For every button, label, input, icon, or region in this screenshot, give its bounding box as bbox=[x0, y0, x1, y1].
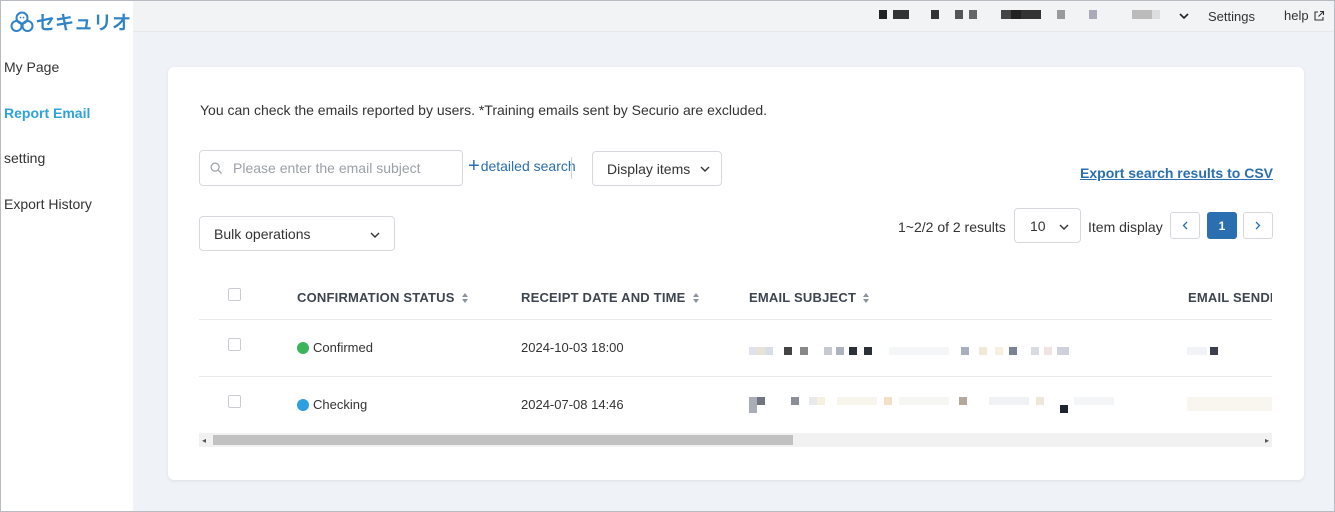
sidebar-item-setting[interactable]: setting bbox=[4, 146, 92, 192]
email-sender-redacted bbox=[1187, 347, 1272, 355]
column-confirmation-status[interactable]: CONFIRMATION STATUS bbox=[297, 290, 469, 305]
display-items-label: Display items bbox=[607, 160, 691, 177]
top-bar: Settings help bbox=[133, 0, 1335, 32]
logo-icon bbox=[10, 11, 34, 32]
external-link-icon bbox=[1314, 10, 1324, 21]
select-all-checkbox[interactable] bbox=[228, 288, 241, 301]
column-label: RECEIPT DATE AND TIME bbox=[521, 290, 686, 305]
scrollbar-thumb[interactable] bbox=[213, 435, 793, 445]
sort-icon[interactable] bbox=[692, 292, 700, 304]
column-email-subject[interactable]: EMAIL SUBJECT bbox=[749, 290, 870, 305]
column-label: CONFIRMATION STATUS bbox=[297, 290, 455, 305]
report-email-card: You can check the emails reported by use… bbox=[168, 67, 1304, 480]
chevron-down-icon bbox=[370, 232, 380, 238]
receipt-date: 2024-07-08 14:46 bbox=[521, 397, 624, 412]
chevron-down-icon[interactable] bbox=[1178, 6, 1190, 26]
bulk-operations-select[interactable]: Bulk operations bbox=[199, 216, 395, 251]
reports-table: CONFIRMATION STATUS RECEIPT DATE AND TIM… bbox=[199, 274, 1272, 449]
sidebar: セキュリオ My Page Report Email setting Expor… bbox=[0, 0, 133, 512]
column-label: EMAIL SENDE bbox=[1188, 290, 1272, 305]
sidebar-item-report-email[interactable]: Report Email bbox=[4, 101, 92, 147]
status-cell: Checking bbox=[297, 397, 367, 412]
page-description: You can check the emails reported by use… bbox=[200, 102, 768, 118]
column-email-sender[interactable]: EMAIL SENDE bbox=[1188, 290, 1272, 305]
help-label: help bbox=[1284, 8, 1309, 23]
table-row[interactable]: Checking 2024-07-08 14:46 bbox=[199, 377, 1272, 434]
horizontal-scrollbar[interactable]: ◂ ▸ bbox=[199, 433, 1272, 447]
display-items-button[interactable]: Display items bbox=[592, 151, 722, 186]
plus-icon: + bbox=[468, 155, 480, 177]
logo-text: セキュリオ bbox=[36, 12, 132, 34]
search-input[interactable] bbox=[233, 160, 453, 176]
email-subject-redacted bbox=[749, 347, 1129, 355]
settings-link[interactable]: Settings bbox=[1208, 9, 1255, 24]
chevron-right-icon bbox=[1255, 221, 1261, 230]
chevron-left-icon bbox=[1182, 221, 1188, 230]
detailed-search-label: detailed search bbox=[480, 158, 576, 174]
results-count: 1~2/2 of 2 results bbox=[898, 219, 1006, 235]
status-label: Confirmed bbox=[313, 340, 373, 355]
help-link[interactable]: help bbox=[1284, 8, 1325, 23]
row-checkbox[interactable] bbox=[228, 338, 241, 351]
per-page-value: 10 bbox=[1030, 217, 1046, 234]
search-icon bbox=[210, 162, 223, 174]
status-cell: Confirmed bbox=[297, 340, 373, 355]
email-subject-redacted bbox=[749, 397, 1129, 413]
sidebar-item-my-page[interactable]: My Page bbox=[4, 55, 92, 101]
sidebar-nav: My Page Report Email setting Export Hist… bbox=[4, 55, 92, 237]
chevron-down-icon bbox=[700, 166, 710, 172]
column-receipt-date[interactable]: RECEIPT DATE AND TIME bbox=[521, 290, 700, 305]
user-name-redacted[interactable] bbox=[879, 10, 1179, 19]
item-display-label: Item display bbox=[1088, 219, 1163, 235]
page-button-current[interactable]: 1 bbox=[1207, 212, 1237, 239]
divider bbox=[571, 157, 572, 179]
bulk-operations-label: Bulk operations bbox=[214, 225, 311, 242]
detailed-search-link[interactable]: + detailed search bbox=[468, 155, 576, 177]
receipt-date: 2024-10-03 18:00 bbox=[521, 340, 624, 355]
scroll-right-icon[interactable]: ▸ bbox=[1265, 436, 1269, 445]
export-csv-link[interactable]: Export search results to CSV bbox=[1080, 165, 1273, 181]
chevron-down-icon bbox=[1059, 224, 1069, 230]
search-box[interactable] bbox=[199, 150, 463, 186]
status-label: Checking bbox=[313, 397, 368, 412]
app-logo[interactable]: セキュリオ bbox=[10, 8, 131, 35]
next-page-button[interactable] bbox=[1243, 212, 1273, 239]
table-header: CONFIRMATION STATUS RECEIPT DATE AND TIM… bbox=[199, 274, 1272, 320]
row-checkbox[interactable] bbox=[228, 395, 241, 408]
column-label: EMAIL SUBJECT bbox=[749, 290, 857, 305]
table-row[interactable]: Confirmed 2024-10-03 18:00 bbox=[199, 320, 1272, 377]
email-sender-redacted bbox=[1187, 397, 1272, 411]
status-dot-icon bbox=[297, 398, 309, 411]
per-page-select[interactable]: 10 bbox=[1014, 208, 1081, 243]
prev-page-button[interactable] bbox=[1170, 212, 1200, 239]
sidebar-item-export-history[interactable]: Export History bbox=[4, 192, 92, 238]
scroll-left-icon[interactable]: ◂ bbox=[202, 436, 206, 445]
sort-icon[interactable] bbox=[862, 292, 870, 304]
sort-icon[interactable] bbox=[461, 292, 469, 304]
status-dot-icon bbox=[297, 341, 309, 354]
